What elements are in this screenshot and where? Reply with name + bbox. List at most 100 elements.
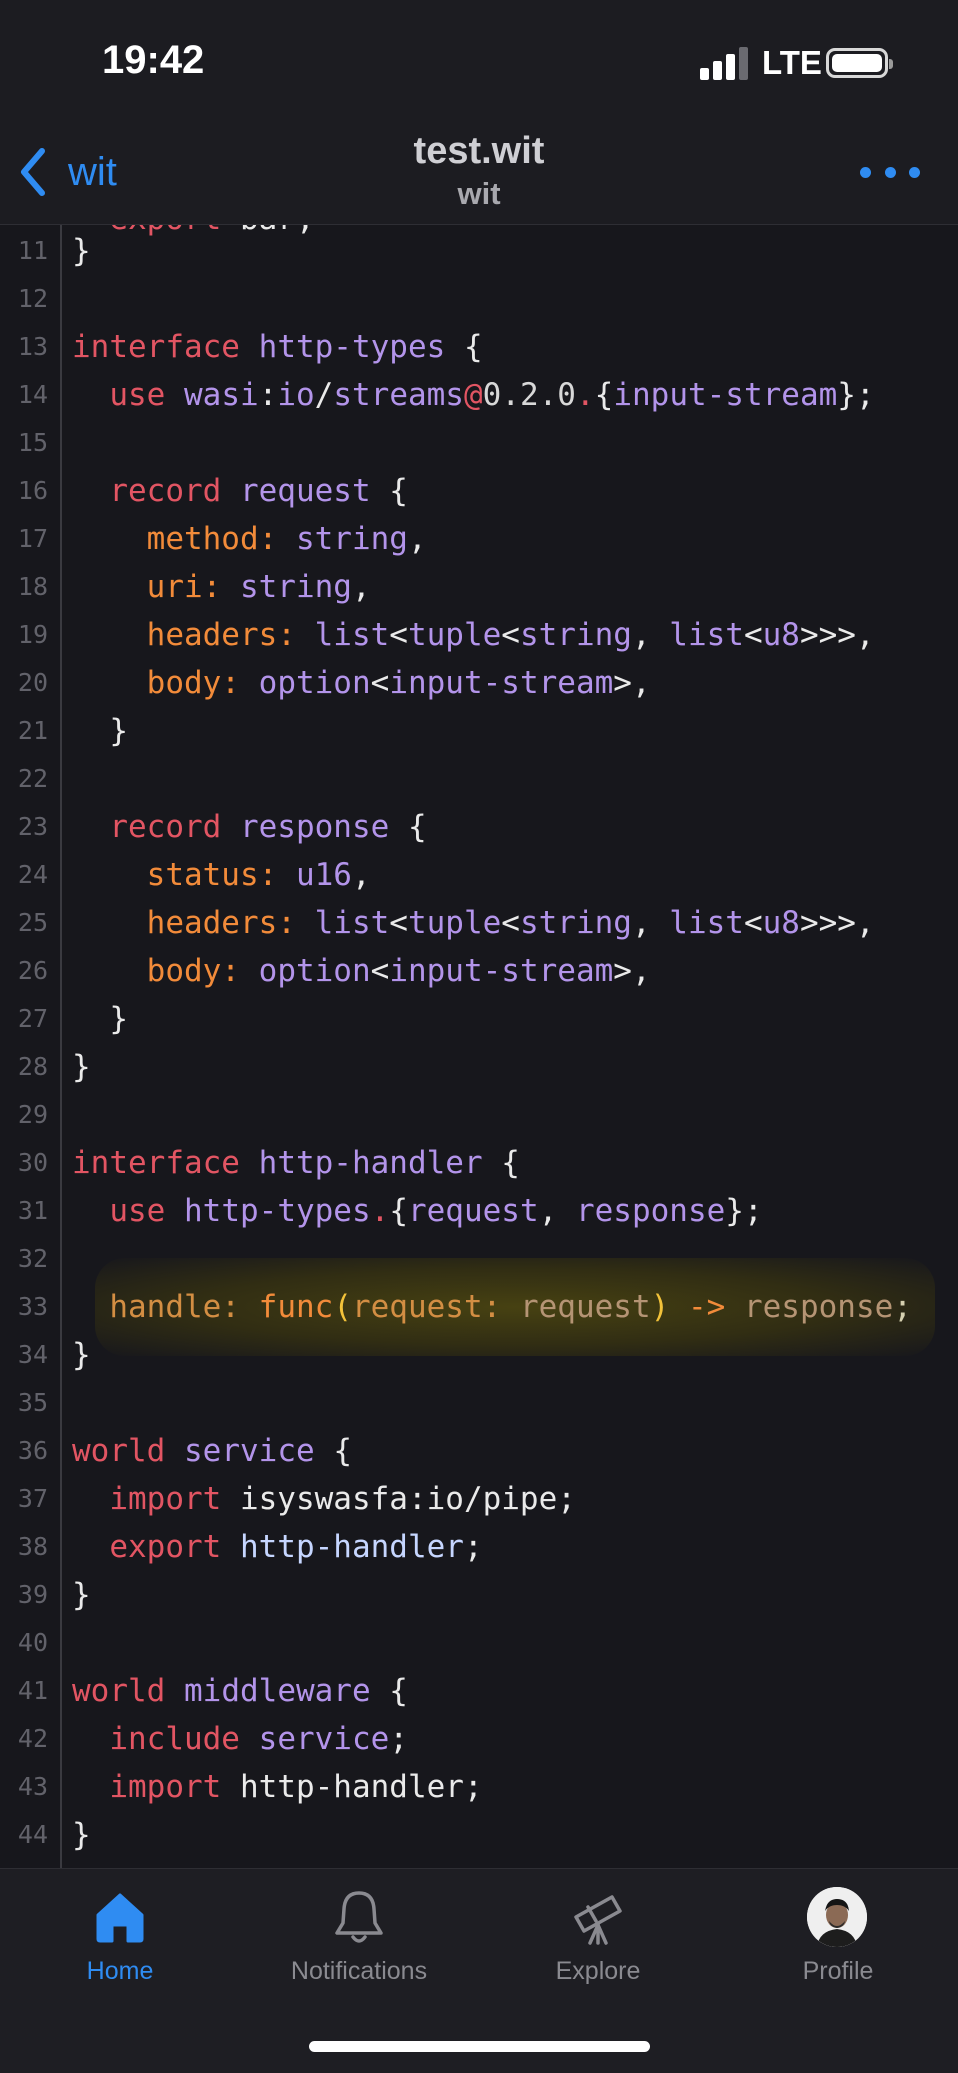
tab-profile[interactable]: Profile — [738, 1887, 938, 2007]
code-token: < — [501, 905, 520, 941]
line-number: 27 — [17, 1004, 48, 1033]
code-line[interactable]: 14 use wasi:io/streams@0.2.0.{input-stre… — [0, 371, 958, 419]
code-token: -> — [687, 1289, 726, 1325]
code-line[interactable]: 37 import isyswasfa:io/pipe; — [0, 1475, 958, 1523]
line-content: } — [72, 1571, 91, 1619]
code-token: headers: — [146, 617, 296, 653]
code-token: input-stream — [613, 377, 838, 413]
code-line[interactable]: 23 record response { — [0, 803, 958, 851]
code-token: input-stream — [389, 953, 614, 989]
code-token: record — [109, 809, 222, 845]
code-line[interactable]: 19 headers: list<tuple<string, list<u8>>… — [0, 611, 958, 659]
code-token: @ — [463, 377, 483, 413]
code-token: string — [519, 905, 632, 941]
line-content: } — [72, 707, 128, 755]
code-line[interactable]: 33 handle: func(request: request) -> res… — [0, 1283, 958, 1331]
code-line[interactable]: 24 status: u16, — [0, 851, 958, 899]
line-content: use http-types.{request, response}; — [72, 1187, 763, 1235]
code-line[interactable]: 38 export http-handler; — [0, 1523, 958, 1571]
code-line[interactable]: 43 import http-handler; — [0, 1763, 958, 1811]
code-line[interactable]: 44} — [0, 1811, 958, 1859]
code-token: } — [72, 233, 91, 269]
code-line[interactable]: 15 — [0, 419, 958, 467]
code-editor[interactable]: export bar; 11}1213interface http-types … — [0, 225, 958, 1868]
code-line[interactable]: 12 — [0, 275, 958, 323]
code-line[interactable]: 17 method: string, — [0, 515, 958, 563]
tab-notifications[interactable]: Notifications — [259, 1887, 459, 2007]
code-line[interactable]: 40 — [0, 1619, 958, 1667]
code-line[interactable]: 42 include service; — [0, 1715, 958, 1763]
more-horizontal-icon — [860, 166, 871, 178]
code-line[interactable]: 36 world service { — [0, 1427, 958, 1475]
tab-explore[interactable]: Explore — [498, 1887, 698, 2007]
code-line[interactable]: 31 use http-types.{request, response}; — [0, 1187, 958, 1235]
line-number: 22 — [17, 764, 48, 793]
code-line[interactable]: 26 body: option<input-stream>, — [0, 947, 958, 995]
code-line[interactable]: 25 headers: list<tuple<string, list<u8>>… — [0, 899, 958, 947]
code-token: request: — [351, 1289, 502, 1325]
code-line[interactable]: 18 uri: string, — [0, 563, 958, 611]
code-line[interactable]: 29 — [0, 1091, 958, 1139]
line-number: 42 — [17, 1724, 48, 1753]
code-token: }; — [837, 377, 875, 413]
code-token: } — [72, 1817, 91, 1853]
code-token: response — [239, 809, 390, 845]
code-token: list — [314, 617, 390, 653]
code-token: service — [184, 1433, 315, 1469]
code-token: , — [407, 521, 427, 557]
line-number: 12 — [17, 284, 48, 313]
code-line[interactable]: 34} — [0, 1331, 958, 1379]
code-token: request — [407, 1193, 539, 1229]
code-token: >, — [613, 953, 651, 989]
line-content: world middleware { — [72, 1667, 408, 1715]
code-line[interactable]: 20 body: option<input-stream>, — [0, 659, 958, 707]
code-line[interactable]: 21 } — [0, 707, 958, 755]
line-number: 28 — [17, 1052, 48, 1081]
code-token: string — [239, 569, 352, 605]
line-content: } — [72, 1331, 91, 1379]
code-line[interactable]: 11} — [0, 227, 958, 275]
more-button[interactable] — [860, 162, 920, 182]
code-token: { — [482, 1145, 520, 1181]
code-line[interactable]: 30 interface http-handler { — [0, 1139, 958, 1187]
code-token: { — [594, 377, 614, 413]
code-token: response — [575, 1193, 726, 1229]
code-line[interactable]: 35 — [0, 1379, 958, 1427]
line-number: 38 — [17, 1532, 48, 1561]
code-line[interactable]: 22 — [0, 755, 958, 803]
code-line[interactable]: 16 record request { — [0, 467, 958, 515]
line-number: 32 — [17, 1244, 48, 1273]
bell-icon — [335, 1891, 383, 1943]
code-token: }; — [725, 1193, 763, 1229]
code-token: string — [295, 521, 408, 557]
code-token: io — [277, 377, 315, 413]
code-token: wasi — [184, 377, 259, 413]
line-content: interface http-types { — [72, 323, 483, 371]
code-token: http-types — [184, 1193, 371, 1229]
code-token: ) — [650, 1289, 670, 1325]
code-line[interactable]: 13 interface http-types { — [0, 323, 958, 371]
code-line[interactable]: 39} — [0, 1571, 958, 1619]
code-token: , — [538, 1193, 576, 1229]
tab-home[interactable]: Home — [20, 1887, 220, 2007]
code-token: body: — [146, 665, 240, 701]
code-token: } — [72, 1001, 128, 1037]
code-token: } — [72, 1337, 91, 1373]
line-number: 39 — [17, 1580, 48, 1609]
code-line[interactable]: 27 } — [0, 995, 958, 1043]
code-token: service — [258, 1721, 390, 1757]
code-token: { — [370, 1673, 408, 1709]
code-line[interactable]: 28} — [0, 1043, 958, 1091]
code-line[interactable]: 41 world middleware { — [0, 1667, 958, 1715]
